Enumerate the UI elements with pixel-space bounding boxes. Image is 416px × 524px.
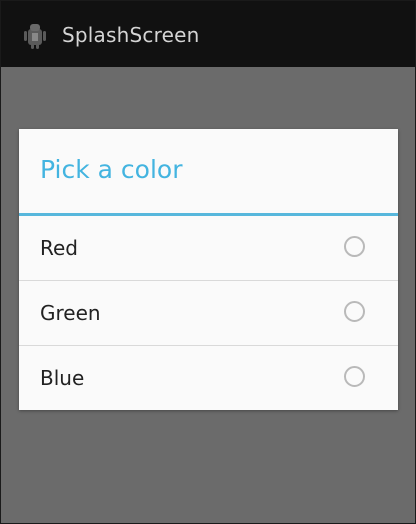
radio-button-icon[interactable] <box>344 236 365 257</box>
option-label: Red <box>40 236 78 260</box>
option-label: Blue <box>40 366 85 390</box>
dialog-title: Pick a color <box>40 155 183 184</box>
option-green[interactable]: Green <box>19 281 398 345</box>
action-bar: SplashScreen <box>1 1 415 67</box>
radio-button-icon[interactable] <box>344 366 365 387</box>
option-red[interactable]: Red <box>19 216 398 280</box>
device-screen: SplashScreen Pick a color Red Green Blue <box>0 0 416 524</box>
color-picker-dialog: Pick a color Red Green Blue <box>19 129 398 410</box>
app-title: SplashScreen <box>62 23 200 47</box>
option-blue[interactable]: Blue <box>19 346 398 410</box>
android-robot-icon[interactable] <box>21 22 49 50</box>
radio-button-icon[interactable] <box>344 301 365 322</box>
option-label: Green <box>40 301 101 325</box>
